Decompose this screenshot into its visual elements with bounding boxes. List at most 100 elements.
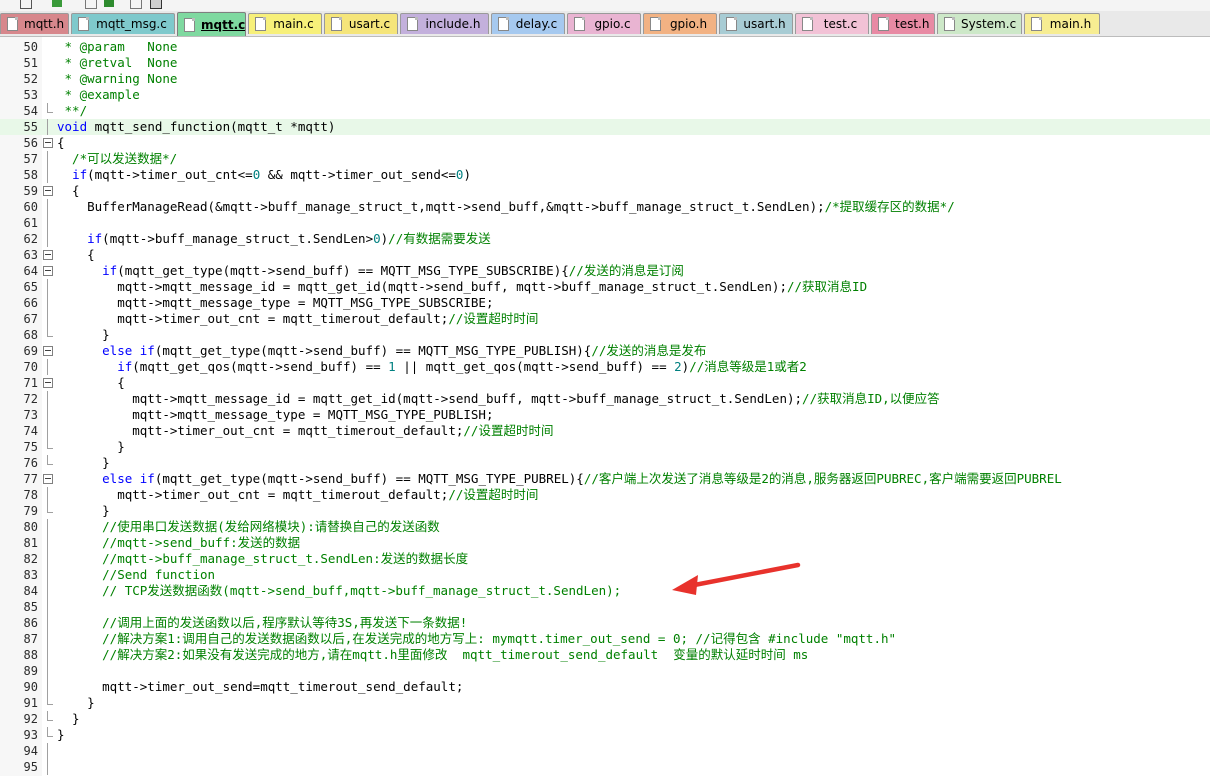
code-line[interactable]: 53 * @example	[0, 87, 1210, 103]
line-number: 78	[23, 488, 38, 502]
code-line[interactable]: 71 {	[0, 375, 1210, 391]
code-line[interactable]: 95	[0, 759, 1210, 775]
toolbar-button-icon[interactable]	[52, 0, 62, 7]
fold-line	[47, 295, 48, 311]
fold-toggle-icon[interactable]	[43, 250, 53, 260]
code-line[interactable]: 92 }	[0, 711, 1210, 727]
code-line[interactable]: 77 else if(mqtt_get_type(mqtt->send_buff…	[0, 471, 1210, 487]
fold-line	[47, 535, 48, 551]
code-line[interactable]: 67 mqtt->timer_out_cnt = mqtt_timerout_d…	[0, 311, 1210, 327]
tab-usart-c[interactable]: usart.c	[324, 13, 398, 34]
tab-mqtt-h[interactable]: mqtt.h	[0, 13, 69, 34]
toolbar-button-icon[interactable]	[85, 0, 97, 9]
line-number: 75	[23, 440, 38, 454]
code-line[interactable]: 84 // TCP发送数据函数(mqtt->send_buff,mqtt->bu…	[0, 583, 1210, 599]
tab-include-h[interactable]: include.h	[400, 13, 489, 34]
code-line[interactable]: 59 {	[0, 183, 1210, 199]
code-line[interactable]: 54 **/	[0, 103, 1210, 119]
code-line[interactable]: 91 }	[0, 695, 1210, 711]
code-line[interactable]: 66 mqtt->mqtt_message_type = MQTT_MSG_TY…	[0, 295, 1210, 311]
fold-line	[47, 199, 48, 215]
code-line[interactable]: 51 * @retval None	[0, 55, 1210, 71]
file-icon	[1031, 17, 1042, 31]
code-line[interactable]: 58 if(mqtt->timer_out_cnt<=0 && mqtt->ti…	[0, 167, 1210, 183]
tab-test-c[interactable]: test.c	[795, 13, 869, 34]
code-line[interactable]: 88 //解决方案2:如果没有发送完成的地方,请在mqtt.h里面修改 mqtt…	[0, 647, 1210, 663]
tab-label: mqtt.c	[201, 17, 246, 32]
code-line[interactable]: 55 void mqtt_send_function(mqtt_t *mqtt)	[0, 119, 1210, 135]
tab-usart-h[interactable]: usart.h	[719, 13, 793, 34]
code-line[interactable]: 85	[0, 599, 1210, 615]
code-line[interactable]: 81 //mqtt->send_buff:发送的数据	[0, 535, 1210, 551]
tab-delay-c[interactable]: delay.c	[491, 13, 565, 34]
code-text: void mqtt_send_function(mqtt_t *mqtt)	[57, 119, 336, 134]
tab-gpio-h[interactable]: gpio.h	[643, 13, 717, 34]
code-line[interactable]: 76 }	[0, 455, 1210, 471]
toolbar-button-icon[interactable]	[20, 0, 32, 9]
code-line[interactable]: 89	[0, 663, 1210, 679]
line-number: 90	[23, 680, 38, 694]
code-text: }	[57, 327, 110, 342]
tab-mqtt-msg-c[interactable]: mqtt_msg.c	[71, 13, 175, 34]
tab-label: delay.c	[515, 17, 558, 31]
file-tab-bar: mqtt.h mqtt_msg.c mqtt.c main.c usart.c inclu…	[0, 11, 1210, 37]
code-line[interactable]: 90 mqtt->timer_out_send=mqtt_timerout_se…	[0, 679, 1210, 695]
code-line[interactable]: 57 /*可以发送数据*/	[0, 151, 1210, 167]
file-icon	[802, 17, 813, 31]
code-line[interactable]: 62 if(mqtt->buff_manage_struct_t.SendLen…	[0, 231, 1210, 247]
fold-toggle-icon[interactable]	[43, 474, 53, 484]
fold-toggle-icon[interactable]	[43, 186, 53, 196]
fold-line	[47, 311, 48, 327]
fold-toggle-icon[interactable]	[43, 346, 53, 356]
tab-main-h[interactable]: main.h	[1024, 13, 1100, 34]
tab-mqtt-c[interactable]: mqtt.c	[177, 12, 246, 36]
code-line[interactable]: 80 //使用串口发送数据(发给网络模块):请替换自己的发送函数	[0, 519, 1210, 535]
code-line[interactable]: 94	[0, 743, 1210, 759]
code-line[interactable]: 79 }	[0, 503, 1210, 519]
code-editor[interactable]: 50 * @param None 51 * @retval None 52 * @w…	[0, 37, 1210, 776]
code-line[interactable]: 61	[0, 215, 1210, 231]
code-line[interactable]: 52 * @warning None	[0, 71, 1210, 87]
code-text: {	[57, 375, 125, 390]
fold-line	[47, 119, 48, 135]
code-line[interactable]: 56 {	[0, 135, 1210, 151]
code-line[interactable]: 86 //调用上面的发送函数以后,程序默认等待3S,再发送下一条数据!	[0, 615, 1210, 631]
fold-toggle-icon[interactable]	[43, 138, 53, 148]
line-number: 89	[23, 664, 38, 678]
code-line[interactable]: 87 //解决方案1:调用自己的发送数据函数以后,在发送完成的地方写上: mym…	[0, 631, 1210, 647]
fold-toggle-icon[interactable]	[43, 378, 53, 388]
code-line[interactable]: 73 mqtt->mqtt_message_type = MQTT_MSG_TY…	[0, 407, 1210, 423]
code-text: }	[57, 711, 80, 726]
code-line[interactable]: 68 }	[0, 327, 1210, 343]
code-text: //mqtt->buff_manage_struct_t.SendLen:发送的…	[57, 551, 469, 566]
code-line[interactable]: 82 //mqtt->buff_manage_struct_t.SendLen:…	[0, 551, 1210, 567]
file-icon	[331, 17, 342, 31]
code-line[interactable]: 50 * @param None	[0, 39, 1210, 55]
code-text: BufferManageRead(&mqtt->buff_manage_stru…	[57, 199, 955, 214]
code-line[interactable]: 70 if(mqtt_get_qos(mqtt->send_buff) == 1…	[0, 359, 1210, 375]
toolbar-button-icon[interactable]	[130, 0, 142, 9]
code-line[interactable]: 74 mqtt->timer_out_cnt = mqtt_timerout_d…	[0, 423, 1210, 439]
code-line[interactable]: 72 mqtt->mqtt_message_id = mqtt_get_id(m…	[0, 391, 1210, 407]
code-line[interactable]: 83 //Send function	[0, 567, 1210, 583]
tab-main-c[interactable]: main.c	[248, 13, 322, 34]
code-text: //Send function	[57, 567, 216, 582]
code-line[interactable]: 93}	[0, 727, 1210, 743]
tab-test-h[interactable]: test.h	[871, 13, 935, 34]
code-line[interactable]: 78 mqtt->timer_out_cnt = mqtt_timerout_d…	[0, 487, 1210, 503]
tab-label: gpio.h	[669, 17, 708, 31]
code-line[interactable]: 69 else if(mqtt_get_type(mqtt->send_buff…	[0, 343, 1210, 359]
code-line[interactable]: 64 if(mqtt_get_type(mqtt->send_buff) == …	[0, 263, 1210, 279]
code-line[interactable]: 60 BufferManageRead(&mqtt->buff_manage_s…	[0, 199, 1210, 215]
download-icon[interactable]	[104, 0, 114, 7]
code-line[interactable]: 75 }	[0, 439, 1210, 455]
tab-system-c[interactable]: System.c	[937, 13, 1022, 34]
code-line[interactable]: 65 mqtt->mqtt_message_id = mqtt_get_id(m…	[0, 279, 1210, 295]
fold-end-marker	[47, 103, 53, 113]
fold-toggle-icon[interactable]	[43, 266, 53, 276]
fold-line	[47, 231, 48, 247]
image-icon[interactable]	[150, 0, 162, 9]
code-text: if(mqtt->timer_out_cnt<=0 && mqtt->timer…	[72, 167, 471, 182]
code-line[interactable]: 63 {	[0, 247, 1210, 263]
tab-gpio-c[interactable]: gpio.c	[567, 13, 641, 34]
